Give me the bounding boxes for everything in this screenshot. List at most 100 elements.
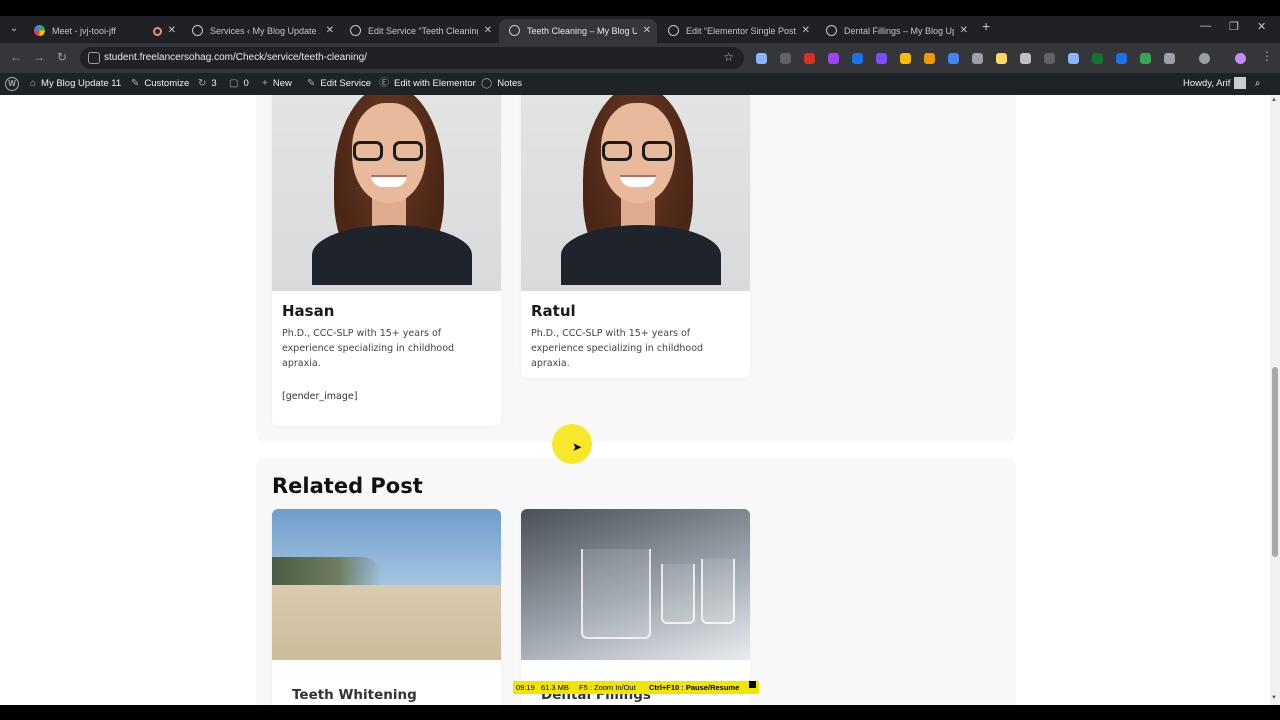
home-icon: ⌂ (30, 78, 37, 89)
chrome-menu-icon[interactable]: ⋮ (1261, 49, 1273, 63)
tab-services[interactable]: Services ‹ My Blog Update 11 — ✕ (182, 19, 340, 43)
tab-edit-service[interactable]: Edit Service “Teeth Cleaning” ‹ M ✕ (340, 19, 498, 43)
close-icon[interactable]: ✕ (168, 19, 176, 43)
edit-service-label: Edit Service (320, 78, 372, 89)
customize-label: Customize (144, 78, 190, 89)
extension-green-icon[interactable] (1092, 53, 1103, 64)
bookmark-star-icon[interactable]: ☆ (723, 50, 734, 64)
wp-admin-bar: W ⌂ My Blog Update 11 ✎ Customize ↻ 3 ▢ 0 + N… (0, 73, 1280, 95)
tab-meet[interactable]: Meet - jvj-tooi-jff ✕ (24, 19, 182, 43)
close-icon[interactable]: ✕ (326, 19, 334, 43)
close-icon[interactable]: ✕ (643, 19, 651, 43)
extension-font-icon[interactable] (780, 53, 791, 64)
site-info-icon[interactable] (88, 52, 100, 64)
admin-edit-elementor[interactable]: Ⓔ Edit with Elementor (379, 73, 476, 95)
edit-elementor-label: Edit with Elementor (394, 78, 476, 89)
scroll-down-icon[interactable]: ▼ (1271, 695, 1277, 701)
updates-icon: ↻ (198, 78, 207, 89)
wordpress-icon (350, 25, 361, 36)
profile-icon[interactable] (1235, 53, 1246, 64)
team-bio: Ph.D., CCC-SLP with 15+ years of experie… (531, 328, 704, 369)
admin-comments[interactable]: ▢ 0 (229, 73, 249, 95)
admin-updates[interactable]: ↻ 3 (198, 73, 217, 95)
minimize-icon[interactable]: — (1200, 20, 1211, 32)
tab-edit-elementor[interactable]: Edit “Elementor Single Post #12 ✕ (658, 19, 816, 43)
extension-lightblue-icon[interactable] (1068, 53, 1079, 64)
beach-photo[interactable] (272, 509, 501, 660)
elementor-icon: Ⓔ (379, 78, 389, 89)
google-meet-icon (34, 25, 45, 36)
stop-icon[interactable] (749, 681, 756, 688)
mouse-pointer-icon: ➤ (572, 440, 583, 454)
admin-howdy[interactable]: Howdy, Arif (1183, 73, 1247, 95)
extension-sheet-icon[interactable] (1140, 53, 1151, 64)
recorder-pause-hint: Ctrl+F10 : Pause/Resume (649, 683, 740, 692)
close-icon[interactable]: ✕ (960, 19, 968, 43)
extension-purple-icon[interactable] (828, 53, 839, 64)
admin-site-name[interactable]: ⌂ My Blog Update 11 (30, 73, 121, 95)
address-bar[interactable]: student.freelancersohag.com/Check/servic… (80, 47, 744, 69)
extension-grey-icon[interactable] (1044, 53, 1055, 64)
tab-search-chevron-icon[interactable]: ⌄ (6, 20, 22, 38)
notes-icon: ◯ (481, 78, 493, 89)
brush-icon: ✎ (131, 78, 140, 89)
scroll-up-icon[interactable]: ▲ (1271, 97, 1277, 103)
back-icon[interactable]: ← (10, 50, 22, 64)
extension-red-icon[interactable] (804, 53, 815, 64)
extension-gear-icon[interactable] (1116, 53, 1127, 64)
scroll-thumb[interactable] (1272, 367, 1278, 557)
lab-glassware-photo[interactable] (521, 509, 750, 660)
extension-orange-icon[interactable] (924, 53, 935, 64)
glasses-shape (602, 141, 674, 161)
admin-new[interactable]: + New (262, 73, 292, 95)
close-icon[interactable]: ✕ (802, 19, 810, 43)
extension-yellow-icon[interactable] (900, 53, 911, 64)
extensions-puzzle-icon[interactable] (1164, 53, 1175, 64)
wordpress-logo-icon[interactable]: W (5, 77, 19, 91)
comment-icon: ▢ (229, 78, 239, 89)
team-section: Hasan Ph.D., CCC-SLP with 15+ years of e… (256, 95, 1016, 442)
url-text[interactable]: student.freelancersohag.com/Check/servic… (104, 47, 367, 69)
bookmarks-icon[interactable] (1199, 53, 1210, 64)
wordpress-icon (668, 25, 679, 36)
admin-notes[interactable]: ◯ Notes (481, 73, 522, 95)
wordpress-icon (826, 25, 837, 36)
tab-dental-fillings[interactable]: Dental Fillings – My Blog Updat ✕ (816, 19, 974, 43)
maximize-icon[interactable]: ❐ (1229, 20, 1239, 33)
wordpress-icon (509, 25, 520, 36)
new-label: New (272, 78, 292, 89)
related-post-card[interactable]: Teeth Whitening (272, 509, 501, 705)
new-tab-icon[interactable]: + (982, 18, 990, 34)
forward-icon[interactable]: → (33, 50, 45, 64)
recorder-size: 61.3 MB (541, 683, 569, 692)
extension-shield-icon[interactable] (1020, 53, 1031, 64)
close-icon[interactable]: ✕ (484, 19, 492, 43)
plus-icon: + (262, 78, 268, 89)
glasses-shape (353, 141, 425, 161)
howdy-label: Howdy, Arif (1183, 78, 1231, 89)
browser-toolbar: ← → ↻ student.freelancersohag.com/Check/… (0, 43, 1280, 73)
browser-tab-bar: ⌄ Meet - jvj-tooi-jff ✕ Services ‹ My Bl… (0, 16, 1280, 43)
extension-pen-icon[interactable] (756, 53, 767, 64)
admin-customize[interactable]: ✎ Customize (131, 73, 189, 95)
wordpress-icon (192, 25, 203, 36)
page-content: Hasan Ph.D., CCC-SLP with 15+ years of e… (0, 95, 1270, 705)
admin-search-icon[interactable]: ⌕ (1255, 73, 1260, 95)
extension-camera-icon[interactable] (972, 53, 983, 64)
tab-title: Meet - jvj-tooi-jff (52, 26, 116, 36)
recorder-time: 09:19 (516, 683, 535, 692)
avatar (1234, 77, 1247, 90)
window-close-icon[interactable]: ✕ (1257, 20, 1266, 33)
admin-edit-service[interactable]: ✎ Edit Service (307, 73, 371, 95)
related-post-title[interactable]: Teeth Whitening (292, 687, 417, 703)
extension-folder-icon[interactable] (996, 53, 1007, 64)
team-photo (272, 95, 501, 291)
extension-badge-icon[interactable] (876, 53, 887, 64)
tab-teeth-cleaning[interactable]: Teeth Cleaning – My Blog Upda ✕ (499, 19, 657, 43)
related-post-card[interactable]: Dental Fillings (521, 509, 750, 705)
reload-icon[interactable]: ↻ (57, 50, 67, 64)
extension-blue-icon[interactable] (948, 53, 959, 64)
extension-check-icon[interactable] (852, 53, 863, 64)
page-scrollbar[interactable]: ▲ ▼ (1270, 95, 1280, 705)
tab-title: Services ‹ My Blog Update 11 — (210, 26, 320, 36)
